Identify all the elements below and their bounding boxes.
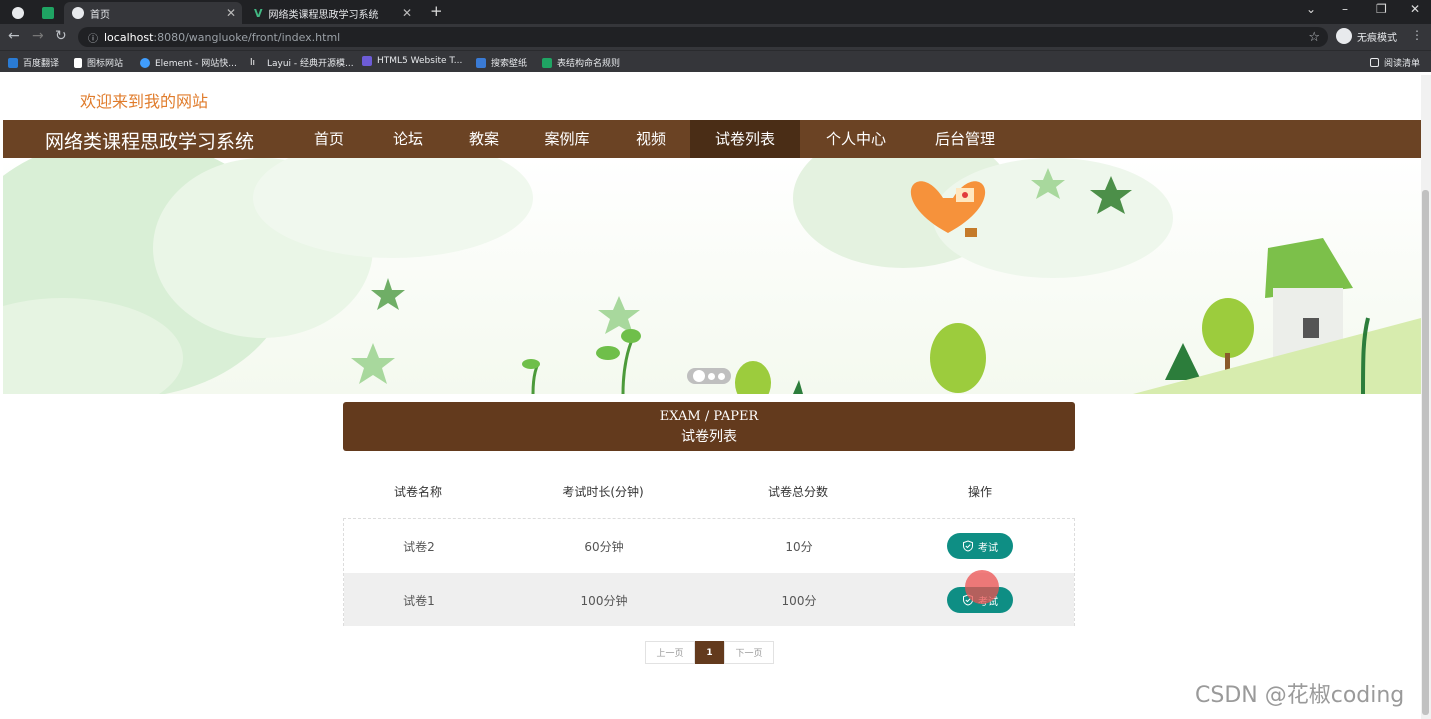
next-page-button[interactable]: 下一页 (724, 641, 774, 664)
menu-icon[interactable]: ⋮ (1411, 28, 1423, 42)
column-header-action: 操作 (967, 485, 992, 499)
carousel-dot[interactable] (718, 372, 726, 380)
nav-home[interactable]: 首页 (294, 120, 364, 158)
bookmark-star-icon[interactable]: ☆ (1308, 30, 1320, 45)
nav-admin[interactable]: 后台管理 (915, 120, 1015, 158)
column-header-name: 试卷名称 (393, 485, 442, 499)
bookmark-item[interactable]: 图标网站 (74, 56, 123, 69)
table-row: 试卷2 60分钟 10分 考试 (344, 519, 1074, 572)
bookmark-item[interactable]: HTML5 Website T... (362, 56, 462, 66)
bookmarks-bar: 百度翻译 图标网站 Element - 网站快... lı Layui - 经典开… (0, 50, 1431, 72)
nav-personal-center[interactable]: 个人中心 (808, 120, 904, 158)
close-tab-icon[interactable]: ✕ (226, 6, 236, 20)
column-header-score: 试卷总分数 (767, 485, 828, 499)
browser-toolbar: ← → ↻ ⓘ localhost:8080/wangluoke/front/i… (0, 24, 1431, 50)
layui-icon: lı (250, 57, 256, 68)
globe-icon (12, 7, 24, 19)
nav-case-library[interactable]: 案例库 (530, 120, 604, 158)
column-header-duration: 考试时长(分钟) (562, 485, 644, 499)
back-icon[interactable]: ← (8, 28, 20, 44)
hero-banner (3, 128, 1421, 418)
info-icon: ⓘ (88, 33, 98, 45)
take-exam-label: 考试 (978, 542, 998, 554)
browser-tab-pinned[interactable] (4, 2, 30, 24)
sheets-icon (42, 7, 54, 19)
browser-tab-home[interactable]: 首页 ✕ (64, 2, 242, 24)
bookmark-item[interactable]: lı Layui - 经典开源模... (250, 56, 354, 70)
web-page: 欢迎来到我的网站 网络类课程思政学习系统 首页 论坛 教案 案例库 视频 试卷列… (3, 75, 1421, 719)
page-scrollbar[interactable] (1421, 75, 1431, 719)
nav-lesson-plans[interactable]: 教案 (449, 120, 519, 158)
table-header: 试卷名称 考试时长(分钟) 试卷总分数 操作 (343, 473, 1075, 509)
reading-list[interactable]: 阅读清单 (1370, 56, 1420, 69)
section-header: EXAM / PAPER 试卷列表 (343, 402, 1075, 451)
section-title-en: EXAM / PAPER (659, 409, 759, 424)
bookmark-item[interactable]: Element - 网站快... (140, 56, 237, 69)
main-nav: 网络类课程思政学习系统 首页 论坛 教案 案例库 视频 试卷列表 个人中心 后台… (3, 120, 1421, 158)
bookmark-item[interactable]: 搜索壁纸 (476, 56, 527, 69)
nav-exam-list[interactable]: 试卷列表 (690, 120, 800, 158)
carousel-dot[interactable] (707, 372, 715, 380)
take-exam-button[interactable]: 考试 (947, 533, 1013, 559)
wallpaper-icon (476, 57, 486, 68)
exam-table: 试卷2 60分钟 10分 考试 试卷1 100分钟 100分 考试 (343, 518, 1075, 626)
new-tab-button[interactable]: + (430, 2, 443, 20)
tab-search-icon[interactable]: ⌄ (1306, 2, 1316, 16)
close-tab-icon[interactable]: ✕ (402, 6, 412, 20)
site-brand: 网络类课程思政学习系统 (45, 131, 255, 153)
bookmark-item[interactable]: 表结构命名规则 (542, 56, 620, 69)
vue-icon: V (254, 6, 263, 20)
sheets-icon (542, 57, 552, 68)
watermark: CSDN @花椒coding (1195, 683, 1405, 708)
exam-duration: 60分钟 (584, 540, 624, 554)
mouse-cursor-highlight (965, 570, 999, 604)
reload-icon[interactable]: ↻ (55, 28, 67, 44)
tab-title: 网络类课程思政学习系统 (268, 9, 379, 21)
element-icon (140, 57, 150, 68)
globe-icon (72, 7, 84, 19)
minimize-button[interactable]: – (1342, 2, 1348, 16)
exam-score: 10分 (785, 540, 813, 554)
incognito-label: 无痕模式 (1357, 32, 1397, 44)
shield-check-icon (963, 540, 973, 552)
page-number-current[interactable]: 1 (695, 641, 724, 664)
browser-tab-system[interactable]: V 网络类课程思政学习系统 ✕ (246, 2, 418, 24)
browser-tab-sheets[interactable] (34, 2, 60, 24)
pagination: 上一页 1 下一页 (645, 641, 774, 664)
close-window-button[interactable]: ✕ (1410, 2, 1420, 16)
url-host: localhost (104, 30, 154, 44)
welcome-text: 欢迎来到我的网站 (80, 92, 209, 111)
nav-forum[interactable]: 论坛 (373, 120, 443, 158)
exam-duration: 100分钟 (580, 594, 628, 608)
exam-name: 试卷1 (403, 594, 435, 608)
banner-illustration (3, 128, 1421, 418)
prev-page-button[interactable]: 上一页 (645, 641, 695, 664)
html5-icon (362, 56, 372, 66)
section-title-zh: 试卷列表 (681, 429, 737, 445)
exam-name: 试卷2 (403, 540, 435, 554)
carousel-dot-active[interactable] (692, 370, 705, 382)
tab-title: 首页 (90, 9, 110, 21)
maximize-button[interactable]: ❐ (1376, 2, 1387, 16)
banner-carousel-indicator[interactable] (687, 368, 731, 384)
reading-list-icon (1370, 58, 1379, 67)
incognito-icon (1336, 28, 1352, 44)
nav-videos[interactable]: 视频 (616, 120, 686, 158)
address-bar[interactable]: ⓘ localhost:8080/wangluoke/front/index.h… (78, 27, 1328, 47)
translate-icon (8, 57, 18, 68)
bookmark-item[interactable]: 百度翻译 (8, 56, 59, 69)
url-path: :8080/wangluoke/front/index.html (153, 30, 341, 44)
incognito-indicator[interactable]: 无痕模式 (1336, 28, 1397, 44)
exam-score: 100分 (781, 594, 817, 608)
table-row: 试卷1 100分钟 100分 考试 (344, 573, 1074, 626)
flag-icon (74, 57, 82, 68)
scrollbar-thumb[interactable] (1422, 190, 1429, 715)
browser-tab-strip: 首页 ✕ V 网络类课程思政学习系统 ✕ + ⌄ – ❐ ✕ (0, 0, 1431, 24)
forward-icon[interactable]: → (32, 28, 44, 44)
